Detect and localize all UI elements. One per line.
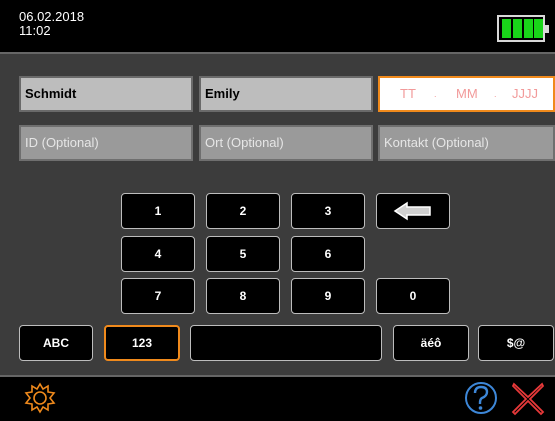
date-day-placeholder: TT	[400, 86, 416, 101]
status-bar: 06.02.2018 11:02	[0, 0, 555, 52]
bottom-bar	[0, 377, 555, 421]
battery-cell	[502, 19, 511, 38]
datetime: 06.02.2018 11:02	[19, 10, 84, 38]
umlaut-mode-button[interactable]: äéô	[393, 325, 469, 361]
close-icon[interactable]	[510, 381, 546, 417]
gear-icon[interactable]	[22, 381, 58, 417]
key-9[interactable]: 9	[291, 278, 365, 314]
key-0[interactable]: 0	[376, 278, 450, 314]
birthdate-field[interactable]: TT . MM . JJJJ	[378, 76, 555, 112]
patient-entry-screen: 06.02.2018 11:02 Schmidt Emily TT . MM .…	[0, 0, 555, 421]
key-4[interactable]: 4	[121, 236, 195, 272]
battery-cell	[534, 19, 543, 38]
id-field[interactable]: ID (Optional)	[19, 125, 193, 161]
battery-cell	[513, 19, 522, 38]
date-separator: .	[494, 89, 497, 99]
symbols-mode-button[interactable]: $@	[478, 325, 554, 361]
status-time: 11:02	[19, 23, 51, 38]
first-name-field[interactable]: Emily	[199, 76, 373, 112]
backspace-arrow-icon	[393, 201, 431, 221]
last-name-field[interactable]: Schmidt	[19, 76, 193, 112]
abc-mode-button[interactable]: ABC	[19, 325, 93, 361]
date-month-placeholder: MM	[456, 86, 478, 101]
key-8[interactable]: 8	[206, 278, 280, 314]
key-1[interactable]: 1	[121, 193, 195, 229]
battery-tip	[545, 25, 549, 33]
key-5[interactable]: 5	[206, 236, 280, 272]
question-icon[interactable]	[464, 380, 498, 416]
status-date: 06.02.2018	[19, 9, 85, 24]
key-7[interactable]: 7	[121, 278, 195, 314]
key-2[interactable]: 2	[206, 193, 280, 229]
battery-icon	[497, 15, 549, 42]
key-6[interactable]: 6	[291, 236, 365, 272]
numeric-mode-button[interactable]: 123	[104, 325, 180, 361]
contact-field[interactable]: Kontakt (Optional)	[378, 125, 555, 161]
backspace-button[interactable]	[376, 193, 450, 229]
key-3[interactable]: 3	[291, 193, 365, 229]
space-bar[interactable]	[190, 325, 382, 361]
place-field[interactable]: Ort (Optional)	[199, 125, 373, 161]
battery-cell	[524, 19, 533, 38]
divider	[0, 52, 555, 54]
date-year-placeholder: JJJJ	[512, 86, 538, 101]
date-separator: .	[434, 89, 437, 99]
